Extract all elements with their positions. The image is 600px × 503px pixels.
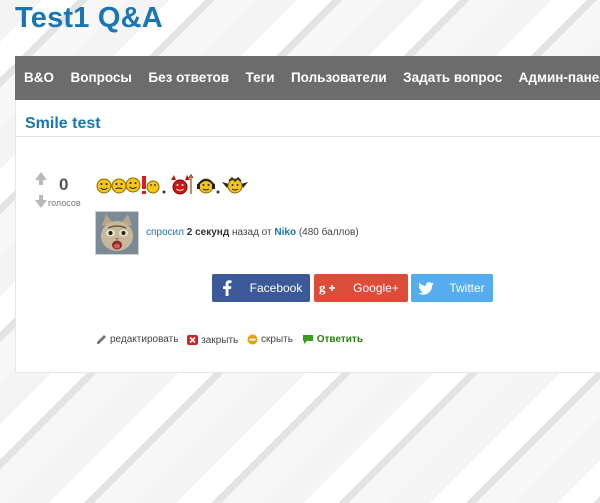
vote-up-arrow-icon[interactable]: [35, 172, 47, 180]
answer-label: Ответить: [316, 334, 363, 345]
twitter-icon: [411, 274, 441, 302]
close-label: закрыть: [201, 334, 239, 346]
pencil-icon: [97, 335, 106, 344]
asked-ago: назад от: [231, 227, 272, 238]
facebook-icon: [212, 274, 242, 302]
vote-count: 0: [59, 175, 69, 194]
vote-down-arrow-icon[interactable]: [35, 200, 47, 208]
svg-text:g: g: [319, 281, 326, 295]
bat-face-icon: [222, 176, 248, 194]
headphones-face-icon: [197, 178, 215, 194]
hide-icon: [247, 334, 258, 345]
google-plus-share-button[interactable]: g Google+: [314, 274, 408, 302]
answer-button[interactable]: Ответить: [302, 334, 363, 345]
hide-button[interactable]: скрыть: [247, 334, 293, 345]
user-points: (480 баллов): [298, 227, 359, 238]
smile-face-icon: [96, 178, 112, 194]
close-button[interactable]: закрыть: [187, 335, 238, 346]
question-meta: спросил 2 секунд назад от Niko (480 балл…: [146, 227, 359, 238]
nav-item-tags[interactable]: Теги: [240, 56, 281, 100]
edit-button[interactable]: редактировать: [96, 334, 178, 345]
user-link[interactable]: Niko: [274, 227, 296, 238]
question-panel: Smile test 0 голосов спросил 2 секунд на…: [15, 100, 600, 373]
avatar[interactable]: [95, 211, 139, 255]
nav-item-admin[interactable]: Админ-панель: [513, 56, 600, 100]
close-icon: [187, 335, 199, 345]
title-divider: [16, 136, 600, 137]
twitter-share-button[interactable]: Twitter: [411, 274, 493, 302]
smile-face-icon: [111, 178, 127, 194]
google-plus-label: Google+: [353, 281, 399, 295]
question-body: [96, 172, 256, 196]
smile-face-icon: [125, 177, 141, 193]
twitter-label: Twitter: [449, 281, 485, 295]
dot-icon: [216, 190, 220, 194]
nav-item-questions[interactable]: Вопросы: [64, 56, 138, 100]
question-actions: редактировать закрыть скрыть Ответить: [96, 334, 369, 348]
asked-time: 2 секунд: [186, 227, 230, 238]
edit-label: редактировать: [110, 334, 179, 345]
main-nav: B&O Вопросы Без ответов Теги Пользовател…: [15, 56, 600, 100]
asked-link[interactable]: спросил: [146, 227, 184, 238]
facebook-share-button[interactable]: Facebook: [212, 274, 310, 302]
emoji-strip: [96, 173, 248, 195]
exclamation-face-icon: [142, 176, 160, 194]
hide-label: скрыть: [261, 334, 293, 345]
nav-item-home[interactable]: B&O: [15, 56, 60, 100]
vote-label: голосов: [48, 198, 81, 208]
question-title: Smile test: [25, 115, 101, 132]
site-title[interactable]: Test1 Q&A: [15, 2, 163, 35]
vote-up-stem: [39, 180, 43, 185]
devil-face-icon: [171, 173, 194, 195]
cat-avatar-icon: [96, 212, 138, 254]
nav-item-users[interactable]: Пользователи: [285, 56, 393, 100]
speech-bubble-icon: [302, 335, 313, 344]
google-plus-icon: g: [314, 274, 344, 302]
dot-icon: [162, 190, 166, 194]
facebook-label: Facebook: [249, 281, 303, 295]
nav-item-unanswered[interactable]: Без ответов: [142, 56, 235, 100]
nav-item-ask[interactable]: Задать вопрос: [397, 56, 508, 100]
